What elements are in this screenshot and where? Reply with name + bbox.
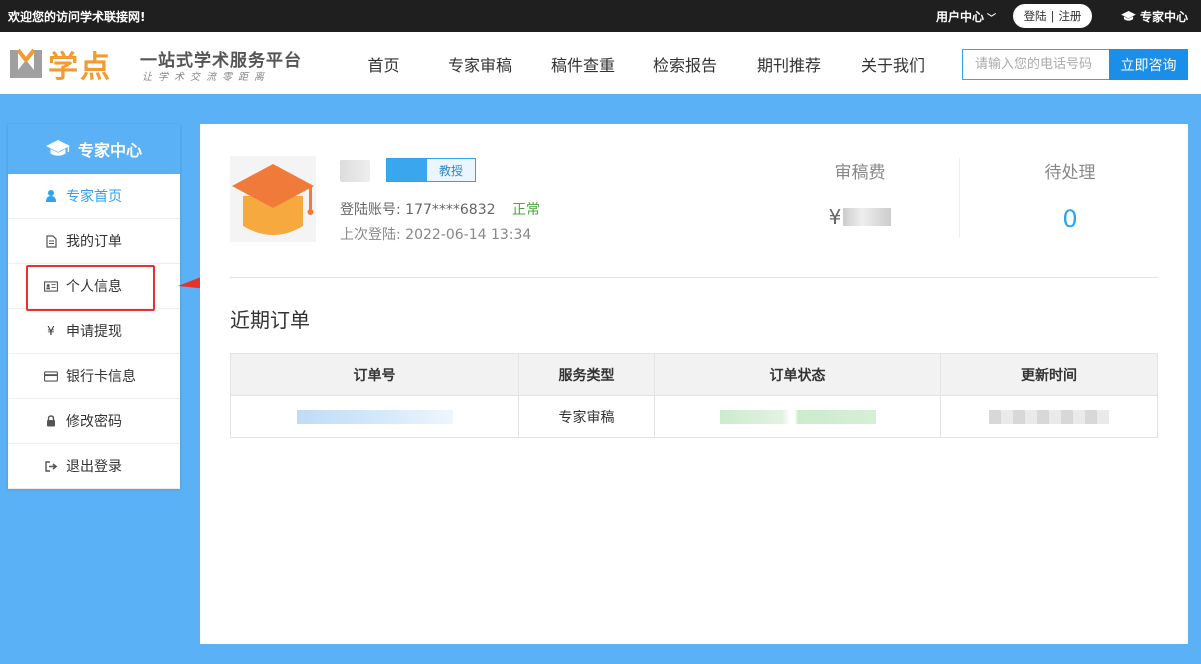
chevron-down-icon: ﹀: [987, 14, 997, 24]
cell-order-no[interactable]: [230, 395, 519, 438]
consult-button[interactable]: 立即咨询: [1109, 49, 1188, 80]
title-badge: 教授: [386, 158, 476, 182]
column-header-order-status: 订单状态: [654, 353, 941, 396]
sidebar-item-expert-home[interactable]: 专家首页: [8, 174, 180, 219]
expert-center-link[interactable]: 专家中心: [1121, 8, 1188, 25]
sidebar-item-bank-card[interactable]: 银行卡信息: [8, 354, 180, 399]
table-row[interactable]: 专家审稿: [230, 395, 1158, 438]
sidebar-title: 专家中心: [77, 141, 142, 160]
table-header-row: 订单号 服务类型 订单状态 更新时间: [230, 353, 1158, 396]
brand-name: 学点: [48, 50, 112, 85]
account-value: 177****6832: [405, 202, 496, 218]
lock-icon: [44, 415, 58, 427]
cell-update-time: [940, 395, 1158, 438]
welcome-text: 欢迎您的访问学术联接网!: [8, 10, 146, 24]
sidebar-item-my-orders[interactable]: 我的订单: [8, 219, 180, 264]
nav-journal-recommend[interactable]: 期刊推荐: [737, 52, 841, 76]
sidebar-item-label: 我的订单: [66, 234, 122, 250]
pending-label: 待处理: [1044, 163, 1096, 183]
separator: |: [1050, 9, 1055, 23]
user-center-label: 用户中心: [936, 10, 985, 24]
badge-icon: [387, 159, 427, 181]
pending-value[interactable]: 0: [990, 205, 1150, 233]
yuan-icon: ¥: [47, 324, 55, 338]
nav-search-report[interactable]: 检索报告: [633, 52, 737, 76]
main-nav: 首页 专家审稿 稿件查重 检索报告 期刊推荐 关于我们: [340, 52, 945, 76]
main-panel: 教授 登陆账号: 177****6832 正常 上次登陆: 2022-06-14…: [200, 124, 1188, 644]
sidebar-item-logout[interactable]: 退出登录: [8, 444, 180, 489]
phone-input[interactable]: [962, 49, 1110, 80]
graduation-cap-icon: [45, 140, 70, 156]
orders-table: 订单号 服务类型 订单状态 更新时间 专家审稿: [230, 353, 1158, 438]
login-link[interactable]: 登陆: [1024, 8, 1047, 24]
sidebar-header: 专家中心: [8, 124, 180, 174]
user-icon: [44, 190, 58, 202]
document-icon: [44, 234, 58, 248]
currency-symbol: ¥: [828, 205, 842, 229]
bank-card-icon: [44, 370, 58, 382]
account-info: 登陆账号: 177****6832 正常: [340, 199, 540, 219]
sidebar-item-label: 银行卡信息: [66, 369, 136, 385]
sidebar-item-label: 退出登录: [66, 459, 122, 475]
register-link[interactable]: 注册: [1058, 8, 1081, 24]
pending-stat: 待处理 0: [990, 158, 1150, 233]
nav-expert-review[interactable]: 专家审稿: [427, 52, 533, 76]
blurred-amount: [843, 208, 892, 226]
expert-center-label: 专家中心: [1140, 10, 1189, 24]
column-header-order-no: 订单号: [230, 353, 519, 396]
sidebar-item-label: 修改密码: [66, 414, 122, 430]
status-badge: 正常: [511, 202, 540, 218]
review-fee-stat: 审稿费 ¥: [780, 158, 940, 229]
nav-home[interactable]: 首页: [340, 52, 427, 76]
last-login: 上次登陆: 2022-06-14 13:34: [340, 224, 531, 244]
sidebar-item-withdraw[interactable]: ¥ 申请提现: [8, 309, 180, 354]
top-bar: 欢迎您的访问学术联接网! 用户中心 ﹀ 登陆 | 注册 专家中心: [0, 0, 1201, 32]
last-login-value: 2022-06-14 13:34: [405, 227, 532, 243]
review-fee-label: 审稿费: [834, 163, 886, 183]
divider: [959, 158, 960, 238]
badge-label: 教授: [427, 159, 475, 181]
user-center-menu[interactable]: 用户中心 ﹀: [936, 8, 996, 25]
column-header-service-type: 服务类型: [518, 353, 655, 396]
nav-plagiarism-check[interactable]: 稿件查重: [533, 52, 633, 76]
nav-about-us[interactable]: 关于我们: [841, 52, 945, 76]
sidebar-item-label: 申请提现: [66, 324, 122, 340]
logout-icon: [44, 460, 58, 472]
logo-mark-icon: [10, 48, 42, 78]
blurred-time: [989, 409, 1109, 424]
recent-orders-title: 近期订单: [230, 308, 310, 332]
user-name: [340, 160, 370, 182]
divider: [230, 277, 1158, 278]
sidebar-item-change-password[interactable]: 修改密码: [8, 399, 180, 444]
slogan-sub: 让学术交流零距离: [142, 72, 270, 83]
avatar: [230, 156, 316, 242]
account-label: 登陆账号:: [340, 202, 401, 218]
login-register-pill: 登陆 | 注册: [1013, 4, 1092, 28]
cell-service-type: 专家审稿: [518, 395, 655, 438]
graduation-cap-icon: [1121, 11, 1136, 21]
graduation-cap-icon: [232, 164, 314, 235]
blurred-order-no: [296, 409, 453, 424]
site-header: 学点 一站式学术服务平台 让学术交流零距离 首页 专家审稿 稿件查重 检索报告 …: [0, 32, 1201, 94]
blurred-status: [719, 409, 876, 424]
column-header-update-time: 更新时间: [940, 353, 1158, 396]
review-fee-value: ¥: [780, 205, 940, 229]
highlight-box: [26, 265, 155, 311]
site-logo[interactable]: 学点 一站式学术服务平台 让学术交流零距离: [8, 44, 301, 85]
last-login-label: 上次登陆:: [340, 227, 401, 243]
cell-order-status: [654, 395, 941, 438]
sidebar-item-label: 专家首页: [66, 189, 122, 205]
